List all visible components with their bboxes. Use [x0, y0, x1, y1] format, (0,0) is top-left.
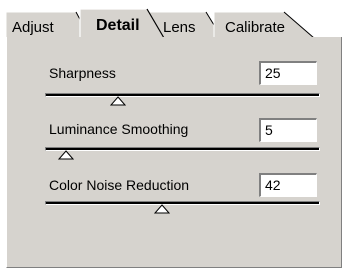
color-noise-reduction-value-input[interactable]: 42	[259, 173, 317, 197]
luminance-smoothing-value-input[interactable]: 5	[259, 118, 317, 142]
color-noise-reduction-slider-thumb[interactable]	[153, 204, 170, 214]
sharpness-slider-thumb[interactable]	[109, 96, 126, 106]
luminance-smoothing-slider-thumb[interactable]	[57, 150, 74, 160]
sharpness-value-input[interactable]: 25	[259, 61, 317, 85]
tab-detail[interactable]: Detail	[96, 17, 140, 35]
color-noise-reduction-label: Color Noise Reduction	[49, 177, 190, 193]
color-noise-reduction-slider-track[interactable]	[45, 201, 320, 205]
detail-settings-panel: Adjust Detail Lens Calibrate Sharpness 2…	[0, 0, 349, 275]
sharpness-label: Sharpness	[49, 65, 116, 81]
sharpness-slider-track[interactable]	[45, 93, 320, 97]
tab-strip: Adjust Detail Lens Calibrate	[0, 0, 349, 40]
luminance-smoothing-label: Luminance Smoothing	[49, 121, 189, 137]
luminance-smoothing-slider-track[interactable]	[45, 147, 320, 151]
tab-lens[interactable]: Lens	[163, 19, 196, 37]
tab-calibrate[interactable]: Calibrate	[225, 19, 285, 37]
tab-adjust[interactable]: Adjust	[12, 19, 54, 37]
